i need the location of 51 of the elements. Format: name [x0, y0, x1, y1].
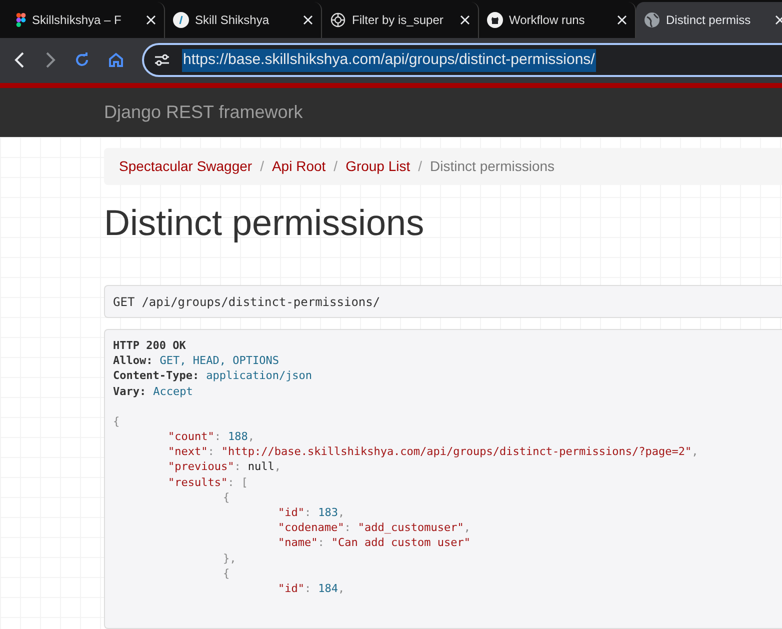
- code-line: {: [223, 566, 231, 582]
- code-line: "next": "http://base.skillshikshya.com/api/groups/distinct-permissions/?page=2",: [168, 444, 700, 460]
- brand-text[interactable]: Django REST framework: [104, 98, 303, 126]
- figma-logo-icon: [16, 12, 26, 27]
- sliders-icon[interactable]: [154, 53, 170, 68]
- breadcrumb-separator: /: [417, 157, 424, 176]
- close-icon[interactable]: [303, 14, 313, 25]
- code-line: "previous": null,: [168, 459, 282, 475]
- flower-logo-icon: [330, 12, 346, 28]
- header-value: GET, HEAD, OPTIONS: [160, 353, 279, 368]
- close-icon[interactable]: [460, 14, 470, 25]
- header-name: Allow:: [113, 353, 153, 368]
- code-line: },: [223, 550, 238, 566]
- tab-title: Workflow runs: [509, 12, 586, 29]
- header-name: Content-Type:: [113, 368, 200, 384]
- code-line: {: [223, 490, 231, 506]
- code-line: "id": 184,: [278, 581, 346, 596]
- breadcrumb-link[interactable]: Group List: [346, 156, 410, 177]
- request-path: /api/groups/distinct-permissions/: [142, 294, 380, 310]
- forward-icon[interactable]: [44, 51, 56, 70]
- code-line: "id": 183,: [278, 505, 346, 520]
- code-line: "results": [: [168, 474, 249, 490]
- breadcrumb-link[interactable]: Spectacular Swagger: [119, 156, 252, 177]
- header-name: Vary:: [113, 384, 146, 399]
- code-line: "name": "Can add custom user": [278, 535, 472, 551]
- site-logo-icon: [173, 12, 189, 28]
- close-icon[interactable]: [775, 14, 782, 25]
- breadcrumb-link[interactable]: Api Root: [272, 156, 326, 177]
- address-bar[interactable]: https://base.skillshikshya.com/api/groups/distinct-permissions/: [142, 43, 782, 78]
- header-value: Accept: [153, 384, 193, 399]
- close-icon[interactable]: [146, 14, 156, 25]
- tab-title: Skill Shikshya: [195, 12, 270, 29]
- code-line: "count": 188,: [168, 429, 256, 444]
- request-method: GET: [113, 294, 135, 310]
- home-icon[interactable]: [108, 52, 124, 68]
- header-value: application/json: [206, 368, 312, 384]
- url-text: https://base.skillshikshya.com/api/groups/distinct-permissions/: [182, 49, 596, 72]
- reload-icon[interactable]: [74, 52, 90, 68]
- browser-tab[interactable]: Distinct permiss: [636, 2, 782, 38]
- status-line: HTTP 200 OK: [113, 338, 187, 354]
- breadcrumb-separator: /: [259, 157, 265, 176]
- page-title: Distinct permissions: [104, 201, 424, 245]
- tab-title: Filter by is_super: [352, 12, 444, 29]
- globe-icon: [644, 12, 660, 28]
- back-icon[interactable]: [14, 51, 26, 70]
- close-icon[interactable]: [617, 14, 627, 25]
- code-line: {: [113, 414, 121, 430]
- tab-title: Skillshikshya – F: [32, 12, 122, 29]
- code-line: "codename": "add_customuser",: [278, 520, 472, 536]
- tab-title: Distinct permiss: [666, 12, 752, 29]
- breadcrumb-separator: /: [332, 157, 339, 176]
